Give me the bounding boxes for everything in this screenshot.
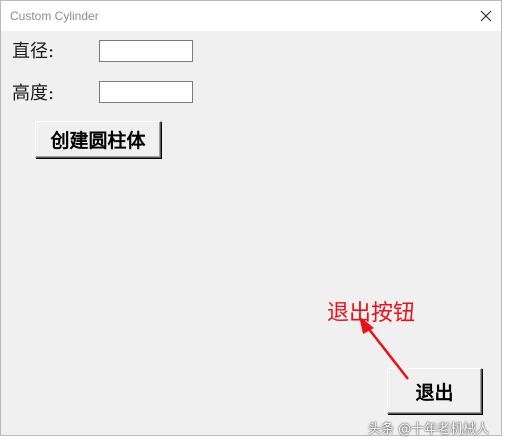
exit-button[interactable]: 退出 <box>387 368 482 414</box>
close-icon <box>480 10 492 22</box>
custom-cylinder-dialog: Custom Cylinder 直径: 高度: 创建圆柱体 退出 <box>0 0 502 436</box>
create-cylinder-button[interactable]: 创建圆柱体 <box>35 121 161 158</box>
height-input[interactable] <box>99 81 193 103</box>
title-bar: Custom Cylinder <box>1 1 501 31</box>
height-label: 高度: <box>12 83 55 104</box>
watermark: 头条 @十年老机械人 <box>368 422 490 437</box>
diameter-input[interactable] <box>99 40 193 62</box>
exit-button-annotation: 退出按钮 <box>327 301 416 326</box>
close-button[interactable] <box>471 1 501 31</box>
diameter-label: 直径: <box>12 41 55 62</box>
window-title: Custom Cylinder <box>10 9 99 23</box>
